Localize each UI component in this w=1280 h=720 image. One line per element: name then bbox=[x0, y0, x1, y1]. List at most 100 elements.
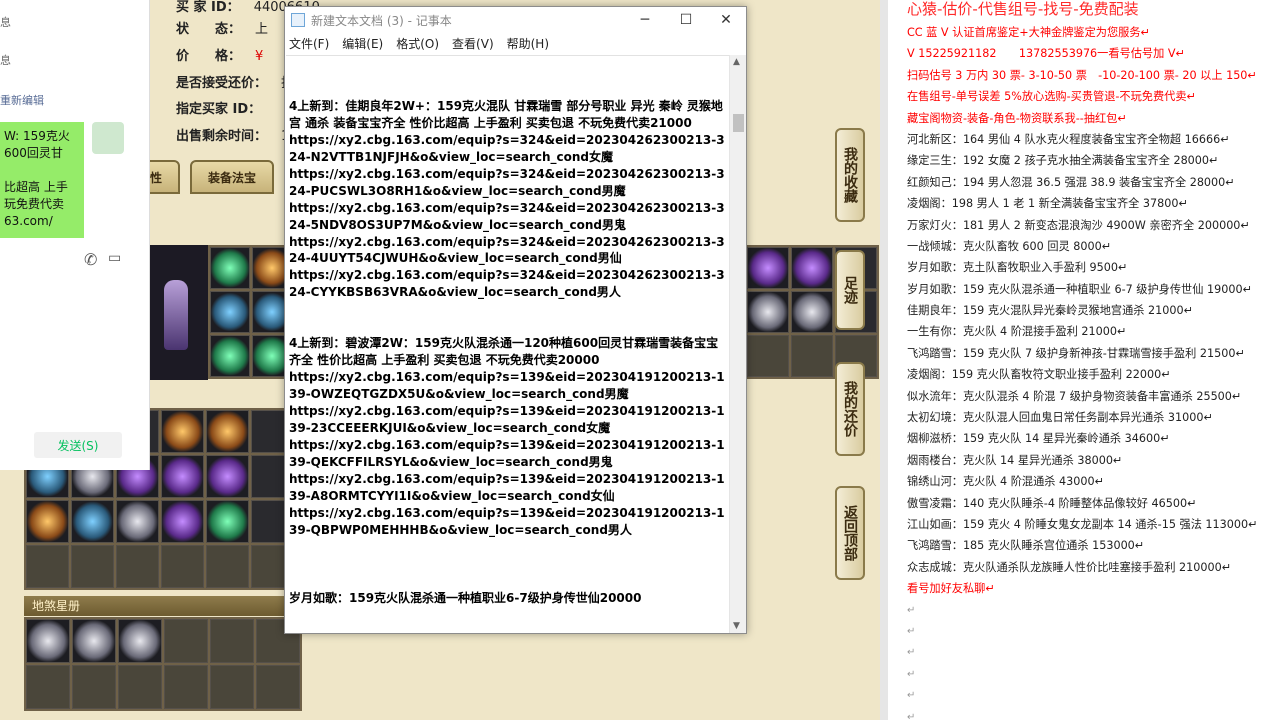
star-slot[interactable] bbox=[26, 665, 70, 709]
side-tab-label: 返回顶部 bbox=[842, 505, 858, 561]
bag-slot[interactable] bbox=[161, 455, 204, 498]
document-line: 凌烟阁：198 男人 1 老 1 新全满装备宝宝齐全 37800↵ bbox=[907, 197, 1188, 211]
side-tab-favorites[interactable]: 我的收藏 bbox=[835, 128, 865, 222]
equip-slot[interactable] bbox=[210, 247, 250, 289]
document-content: 心猿-估价-代售组号-找号-免费配装 CC 蓝 V 认证首席鉴定+大神金牌鉴定为您… bbox=[907, 0, 1277, 720]
vertical-scrollbar[interactable]: ▲ ▼ bbox=[729, 55, 746, 633]
side-tab-back-to-top[interactable]: 返回顶部 bbox=[835, 486, 865, 580]
star-slot[interactable] bbox=[164, 619, 208, 663]
document-line: 飞鸿踏雪：185 克火队睡杀宫位通杀 153000↵ bbox=[907, 539, 1145, 553]
bag-slot[interactable] bbox=[71, 545, 114, 588]
equip-slot[interactable] bbox=[791, 335, 833, 377]
document-line: 烟雨楼台：克火队 14 星异光通杀 38000↵ bbox=[907, 453, 1123, 467]
document-line: V 15225921182 13782553976一看号估号加 V↵ bbox=[907, 47, 1185, 61]
document-line: 万家灯火：181 男人 2 新变态混浪淘沙 4900W 亲密齐全 200000↵ bbox=[907, 218, 1250, 232]
bag-slot[interactable] bbox=[206, 410, 249, 453]
document-line: 烟柳滋桥：159 克火队 14 星异光秦岭通杀 34600↵ bbox=[907, 432, 1170, 446]
bag-slot[interactable] bbox=[161, 410, 204, 453]
window-title: 新建文本文档 (3) - 记事本 bbox=[311, 13, 452, 28]
menu-file[interactable]: 文件(F) bbox=[289, 35, 329, 52]
notepad-text-area[interactable]: 4上新到：佳期良年2W+：159克火混队 甘霖瑞雪 部分号职业 异光 秦岭 灵猴… bbox=[286, 55, 731, 633]
bag-slot[interactable] bbox=[206, 545, 249, 588]
menu-help[interactable]: 帮助(H) bbox=[507, 35, 549, 52]
document-line: 佳期良年：159 克火混队异光秦岭灵猴地宫通杀 21000↵ bbox=[907, 304, 1193, 318]
avatar[interactable] bbox=[92, 122, 124, 154]
notepad-window: 新建文本文档 (3) - 记事本 ─ ☐ ✕ 文件(F) 编辑(E) 格式(O)… bbox=[284, 6, 747, 634]
document-line: 缘定三生：192 女魔 2 孩子克水抽全满装备宝宝齐全 28000↵ bbox=[907, 154, 1219, 168]
scroll-down-icon[interactable]: ▼ bbox=[733, 621, 740, 631]
re-edit-link[interactable]: 重新编辑 bbox=[0, 92, 44, 108]
send-button[interactable]: 发送(S) bbox=[34, 432, 122, 458]
document-line: 心猿-估价-代售组号-找号-免费配装 bbox=[907, 0, 1139, 18]
scroll-thumb[interactable] bbox=[733, 114, 744, 132]
side-tab-label: 我的还价 bbox=[842, 381, 858, 437]
accept-bargain-row: 是否接受还价：拒 bbox=[176, 76, 294, 91]
document-line: 一战倾城：克火队畜牧 600 回灵 8000↵ bbox=[907, 239, 1112, 253]
star-slot[interactable] bbox=[210, 665, 254, 709]
remaining-time-row: 出售剩余时间：13 bbox=[176, 129, 298, 144]
bag-slot[interactable] bbox=[206, 455, 249, 498]
close-button[interactable]: ✕ bbox=[706, 9, 746, 31]
document-line: 飞鸿踏雪：159 克火队 7 级护身新神孩-甘霖瑞雪接手盈利 21500↵ bbox=[907, 346, 1245, 360]
maximize-button[interactable]: ☐ bbox=[666, 9, 706, 31]
document-line: CC 蓝 V 认证首席鉴定+大神金牌鉴定为您服务↵ bbox=[907, 26, 1150, 39]
side-tab-my-offers[interactable]: 我的还价 bbox=[835, 362, 865, 456]
equip-slot[interactable] bbox=[791, 247, 833, 289]
equip-slot[interactable] bbox=[210, 335, 250, 377]
bag-slot[interactable] bbox=[26, 545, 69, 588]
bag-slot[interactable] bbox=[206, 500, 249, 543]
side-tab-footprints[interactable]: 足迹 bbox=[835, 250, 865, 330]
star-slot[interactable] bbox=[72, 619, 116, 663]
document-line: 众志成城：克火队通杀队龙族睡人性价比哇塞接手盈利 210000↵ bbox=[907, 560, 1232, 574]
document-line: 似水流年：克火队混杀 4 阶混 7 级护身物资装备丰富通杀 25500↵ bbox=[907, 389, 1242, 403]
bag-slot[interactable] bbox=[26, 500, 69, 543]
menu-view[interactable]: 查看(V) bbox=[452, 35, 494, 52]
bag-slot[interactable] bbox=[116, 545, 159, 588]
bag-slot[interactable] bbox=[161, 545, 204, 588]
document-line: ↵ bbox=[907, 690, 916, 702]
document-line: ↵ bbox=[907, 711, 916, 720]
equip-slot[interactable] bbox=[747, 335, 789, 377]
status-row: 状 态：上 bbox=[176, 22, 269, 37]
bag-slot[interactable] bbox=[71, 500, 114, 543]
notepad-icon bbox=[291, 13, 305, 27]
equip-slot[interactable] bbox=[210, 291, 250, 333]
tab-equipment[interactable]: 装备法宝 bbox=[190, 160, 274, 194]
equip-slot[interactable] bbox=[747, 247, 789, 289]
document-line: 在售组号-单号误差 5%放心选购-买贵管退-不玩免费代卖↵ bbox=[907, 90, 1196, 104]
equip-slot[interactable] bbox=[791, 291, 833, 333]
bag-slot[interactable] bbox=[161, 500, 204, 543]
star-slot[interactable] bbox=[26, 619, 70, 663]
document-line: 看号加好友私聊↵ bbox=[907, 582, 995, 596]
equip-slot[interactable] bbox=[747, 291, 789, 333]
scroll-up-icon[interactable]: ▲ bbox=[733, 57, 740, 67]
star-book-grid bbox=[24, 617, 302, 711]
document-line: ↵ bbox=[907, 625, 916, 637]
document-line: 傲雪凌霜：140 克火队睡杀-4 阶睡整体品像较好 46500↵ bbox=[907, 496, 1197, 510]
price-row: 价 格： ¥ bbox=[176, 49, 264, 64]
menu-bar: 文件(F) 编辑(E) 格式(O) 查看(V) 帮助(H) bbox=[285, 33, 746, 53]
star-slot[interactable] bbox=[118, 665, 162, 709]
menu-format[interactable]: 格式(O) bbox=[396, 35, 439, 52]
target-buyer-row: 指定买家 ID： bbox=[176, 102, 262, 117]
chat-text: 息 bbox=[0, 16, 11, 29]
bag-slot[interactable] bbox=[116, 500, 159, 543]
document-line: 太初幻境：克火队混人回血鬼日常任务副本异光通杀 31000↵ bbox=[907, 411, 1213, 425]
star-slot[interactable] bbox=[210, 619, 254, 663]
chat-window: 息 息 重新编辑 W: 159克火 600回灵甘 比超高 上手 玩免费代卖 63… bbox=[0, 0, 150, 470]
document-line: 锦绣山河：克火队 4 阶混通杀 43000↵ bbox=[907, 475, 1105, 489]
phone-icon[interactable]: ✆ bbox=[84, 250, 97, 269]
document-line: 河北新区：164 男仙 4 队水克火程度装备宝宝齐全物超 16666↵ bbox=[907, 132, 1230, 146]
chat-message-bubble: W: 159克火 600回灵甘 比超高 上手 玩免费代卖 63.com/ bbox=[0, 122, 84, 238]
document-line: ↵ bbox=[907, 604, 916, 616]
document-line: 藏宝阁物资-装备-角色-物资联系我--抽红包↵ bbox=[907, 111, 1127, 125]
minimize-button[interactable]: ─ bbox=[625, 9, 665, 31]
side-tab-label: 足迹 bbox=[842, 276, 858, 304]
star-slot[interactable] bbox=[164, 665, 208, 709]
character-figure bbox=[164, 280, 188, 350]
star-slot[interactable] bbox=[72, 665, 116, 709]
star-slot[interactable] bbox=[256, 665, 300, 709]
menu-edit[interactable]: 编辑(E) bbox=[342, 35, 383, 52]
star-slot[interactable] bbox=[118, 619, 162, 663]
video-icon[interactable]: ▭ bbox=[108, 250, 121, 266]
